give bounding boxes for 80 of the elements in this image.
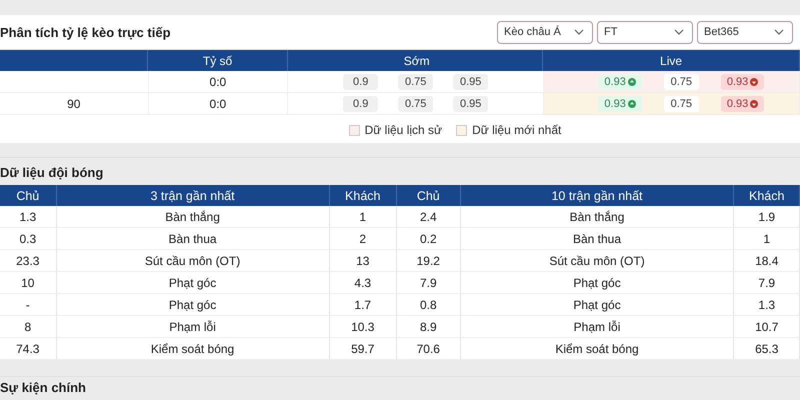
odds-value: 0.95: [453, 74, 488, 90]
column-header: Sớm: [288, 50, 544, 71]
legend-label: Dữ liệu mới nhất: [472, 123, 562, 137]
table-cell: Phạt góc: [460, 294, 734, 315]
table-cell: 59.7: [330, 338, 398, 359]
table-cell: Bàn thua: [460, 228, 734, 249]
table-cell: 4.3: [330, 272, 398, 293]
section-title: Phân tích tỷ lệ kèo trực tiếp: [0, 24, 171, 40]
table-cell: 7.9: [397, 272, 461, 293]
table-cell: 1.7: [330, 294, 398, 315]
table-cell: 2: [330, 228, 398, 249]
dropdown[interactable]: Kèo châu Á: [497, 20, 593, 44]
table-cell: 8: [0, 316, 57, 337]
table-cell: 23.3: [0, 250, 57, 271]
odds-value: 0.93: [598, 96, 642, 112]
odds-value: 0.93: [598, 74, 642, 90]
table-cell: Kiểm soát bóng: [460, 338, 734, 359]
table-cell: 8.9: [397, 316, 461, 337]
table-cell: Phạt góc: [56, 294, 330, 315]
table-cell: 13: [330, 250, 398, 271]
table-cell: 10.7: [734, 316, 800, 337]
arrow-up-icon: [628, 100, 636, 108]
odds-value: 0.9: [343, 96, 378, 112]
odds-value: 0.75: [398, 74, 434, 90]
table-cell: Phạm lỗi: [56, 316, 330, 337]
table-cell: 0.2: [397, 228, 461, 249]
table-cell: Phạm lỗi: [460, 316, 734, 337]
odds-value: 0.93: [720, 96, 764, 112]
odds-value: 0.75: [664, 74, 699, 90]
section-title: Dữ liệu đội bóng: [0, 164, 104, 182]
table-cell: 1.3: [0, 206, 57, 227]
table-cell: 10: [0, 272, 57, 293]
column-header: Chủ: [397, 185, 461, 206]
table-cell: 70.6: [397, 338, 461, 359]
table-cell: 74.3: [0, 338, 57, 359]
table-cell: 1: [734, 228, 800, 249]
odds-value: 0.93: [720, 74, 764, 90]
dropdown[interactable]: FT: [597, 20, 693, 44]
chevron-down-icon: [574, 29, 584, 35]
table-cell: 1: [330, 206, 398, 227]
table-cell: 0.3: [0, 228, 57, 249]
column-header: Chủ: [0, 185, 57, 206]
table-cell: 7.9: [734, 272, 800, 293]
table-cell: 90: [67, 96, 80, 110]
odds-value: 0.75: [398, 96, 434, 112]
column-header: Tỷ số: [148, 50, 288, 71]
arrow-down-icon: [750, 100, 758, 108]
column-header: 10 trận gần nhất: [460, 185, 734, 206]
table-cell: 0:0: [148, 71, 288, 92]
table-cell: 10.3: [330, 316, 398, 337]
table-cell: 1.9: [734, 206, 800, 227]
table-cell: 1.3: [734, 294, 800, 315]
section-title: Sự kiện chính: [0, 379, 87, 395]
odds-value: 0.75: [664, 96, 699, 112]
table-cell: Sút cầu môn (OT): [460, 250, 734, 271]
table-cell: 0.8: [397, 294, 461, 315]
table-cell: 19.2: [397, 250, 461, 271]
chevron-down-icon: [674, 29, 684, 35]
odds-value: 0.9: [343, 74, 378, 90]
dropdown[interactable]: Bet365: [697, 20, 793, 44]
table-cell: 65.3: [734, 338, 800, 359]
chevron-down-icon: [774, 29, 784, 35]
table-cell: Kiểm soát bóng: [56, 338, 330, 359]
table-cell: Phạt góc: [460, 272, 734, 293]
table-cell: Bàn thua: [56, 228, 330, 249]
table-cell: 18.4: [734, 250, 800, 271]
odds-value: 0.95: [453, 96, 488, 112]
column-header: Khách: [734, 185, 800, 206]
table-cell: Bàn thắng: [56, 206, 330, 227]
arrow-down-icon: [750, 78, 758, 86]
arrow-up-icon: [628, 78, 636, 86]
table-cell: -: [0, 294, 57, 315]
table-cell: Phạt góc: [56, 272, 330, 293]
table-cell: Bàn thắng: [460, 206, 734, 227]
table-cell: Sút cầu môn (OT): [56, 250, 330, 271]
column-header: Khách: [330, 185, 398, 206]
column-header: 3 trận gần nhất: [56, 185, 330, 206]
table-cell: 2.4: [397, 206, 461, 227]
legend-label: Dữ liệu lịch sử: [364, 123, 442, 137]
table-cell: 0:0: [148, 93, 288, 114]
